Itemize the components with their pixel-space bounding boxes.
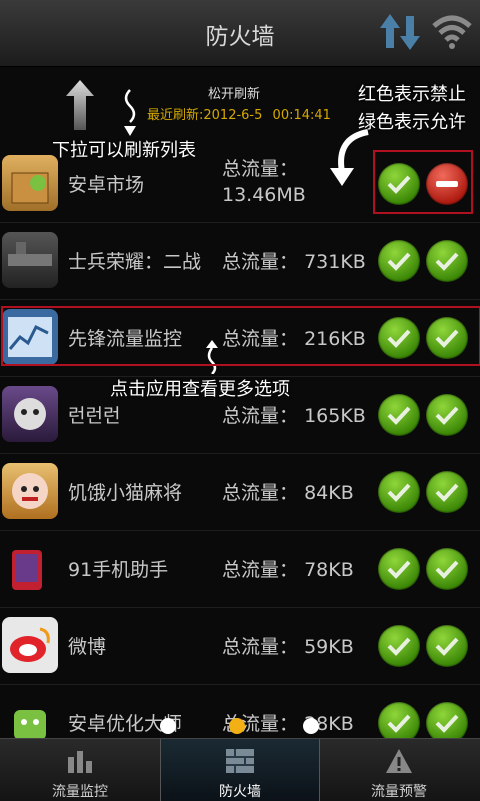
- pull-to-refresh-header: 松开刷新 最近刷新:2012-6-5 00:14:41: [0, 66, 480, 146]
- app-icon-market: [2, 155, 58, 211]
- wifi-icon[interactable]: [432, 12, 472, 54]
- pull-release-text: 松开刷新: [208, 87, 261, 102]
- mobile-toggle-allow-button[interactable]: [426, 240, 468, 282]
- tab-traffic-alert[interactable]: 流量预警: [318, 739, 480, 801]
- app-row[interactable]: 士兵荣耀：二战 总流量： 731KB: [0, 223, 480, 300]
- tab-traffic-monitor[interactable]: 流量监控: [0, 739, 160, 801]
- tab-label: 流量监控: [52, 784, 108, 800]
- page-dot-2[interactable]: [229, 718, 245, 734]
- app-traffic: 总流量： 731KB: [222, 251, 366, 273]
- app-row[interactable]: 饥饿小猫麻将 总流量： 84KB: [0, 454, 480, 531]
- app-icon-91-assistant: [2, 540, 58, 596]
- wifi-toggle-allow-button[interactable]: [378, 625, 420, 667]
- warning-icon: [385, 747, 413, 779]
- app-icon-soldier: [2, 232, 58, 288]
- permission-highlight-box: [373, 150, 473, 214]
- mobile-toggle-allow-button[interactable]: [426, 394, 468, 436]
- app-traffic: 总流量： 13.46MB: [222, 158, 306, 206]
- mobile-toggle-allow-button[interactable]: [426, 471, 468, 513]
- tab-label: 防火墙: [219, 784, 261, 800]
- bar-chart-icon: [66, 747, 94, 779]
- app-traffic: 总流量： 165KB: [222, 405, 366, 427]
- app-row[interactable]: 91手机助手 总流量： 78KB: [0, 531, 480, 608]
- app-name: 微博: [68, 636, 107, 658]
- page-dot-3[interactable]: [303, 718, 319, 734]
- wifi-toggle-allow-button[interactable]: [378, 471, 420, 513]
- mobile-toggle-allow-button[interactable]: [426, 548, 468, 590]
- wifi-toggle-allow-button[interactable]: [378, 394, 420, 436]
- app-name: 饥饿小猫麻将: [68, 482, 183, 504]
- wifi-toggle-allow-button[interactable]: [378, 240, 420, 282]
- app-icon-runrunrun: [2, 386, 58, 442]
- legend-green-annotation: 绿色表示允许: [358, 112, 466, 133]
- squiggle-arrow-icon: [118, 88, 142, 142]
- curved-arrow-icon: [328, 128, 372, 192]
- tab-firewall[interactable]: 防火墙: [160, 739, 320, 801]
- sort-arrows-icon[interactable]: [380, 12, 422, 56]
- bottom-tab-bar: 流量监控 防火墙 流量预警: [0, 738, 480, 801]
- app-name: 91手机助手: [68, 559, 169, 581]
- click-hint-annotation: 点击应用查看更多选项: [110, 379, 290, 400]
- title-bar: 防火墙: [0, 0, 480, 67]
- wifi-toggle-allow-button[interactable]: [378, 548, 420, 590]
- app-icon-weibo: [2, 617, 58, 673]
- app-traffic: 总流量： 78KB: [222, 559, 354, 581]
- app-name: 런런런: [68, 405, 121, 427]
- legend-red-annotation: 红色表示禁止: [358, 84, 466, 105]
- last-refresh-text: 最近刷新:2012-6-5 00:14:41: [147, 108, 331, 123]
- app-name: 安卓市场: [68, 174, 145, 196]
- app-name: 士兵荣耀：二战: [68, 251, 202, 273]
- mobile-toggle-allow-button[interactable]: [426, 625, 468, 667]
- app-traffic: 总流量： 59KB: [222, 636, 354, 658]
- app-row[interactable]: 微博 总流量： 59KB: [0, 608, 480, 685]
- app-traffic: 总流量： 84KB: [222, 482, 354, 504]
- page-dot-1[interactable]: [160, 718, 176, 734]
- pull-arrow-icon: [66, 80, 94, 134]
- firewall-icon: [225, 747, 255, 779]
- tab-label: 流量预警: [371, 784, 427, 800]
- app-icon-cat-mahjong: [2, 463, 58, 519]
- app-row-highlight-box: [1, 306, 480, 366]
